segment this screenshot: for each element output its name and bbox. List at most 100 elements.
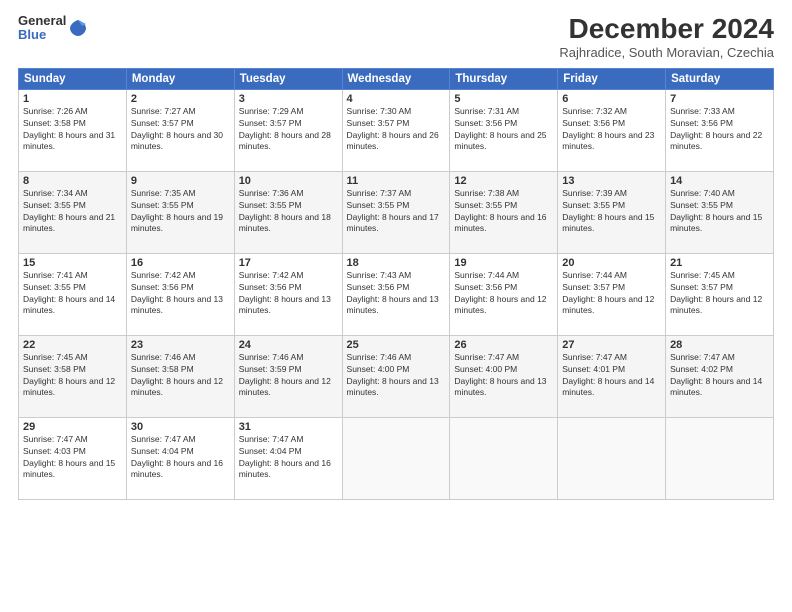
cell-content: Sunrise: 7:26 AMSunset: 3:58 PMDaylight:… (23, 106, 115, 152)
calendar-cell (450, 417, 558, 499)
cell-content: Sunrise: 7:35 AMSunset: 3:55 PMDaylight:… (131, 188, 223, 234)
calendar-cell: 23Sunrise: 7:46 AMSunset: 3:58 PMDayligh… (126, 335, 234, 417)
cell-content: Sunrise: 7:42 AMSunset: 3:56 PMDaylight:… (239, 270, 331, 316)
cell-content: Sunrise: 7:27 AMSunset: 3:57 PMDaylight:… (131, 106, 223, 152)
calendar-cell: 4Sunrise: 7:30 AMSunset: 3:57 PMDaylight… (342, 89, 450, 171)
day-number: 11 (347, 175, 446, 187)
day-number: 2 (131, 93, 230, 105)
cell-content: Sunrise: 7:40 AMSunset: 3:55 PMDaylight:… (670, 188, 762, 234)
day-number: 31 (239, 421, 338, 433)
cell-content: Sunrise: 7:45 AMSunset: 3:58 PMDaylight:… (23, 352, 115, 398)
calendar-cell (666, 417, 774, 499)
cell-content: Sunrise: 7:46 AMSunset: 4:00 PMDaylight:… (347, 352, 439, 398)
header-thursday: Thursday (450, 68, 558, 89)
header-sunday: Sunday (19, 68, 127, 89)
calendar-cell: 26Sunrise: 7:47 AMSunset: 4:00 PMDayligh… (450, 335, 558, 417)
header: General Blue December 2024 Rajhradice, S… (18, 14, 774, 60)
cell-content: Sunrise: 7:41 AMSunset: 3:55 PMDaylight:… (23, 270, 115, 316)
day-number: 26 (454, 339, 553, 351)
calendar-cell: 28Sunrise: 7:47 AMSunset: 4:02 PMDayligh… (666, 335, 774, 417)
calendar-cell: 25Sunrise: 7:46 AMSunset: 4:00 PMDayligh… (342, 335, 450, 417)
calendar-cell: 6Sunrise: 7:32 AMSunset: 3:56 PMDaylight… (558, 89, 666, 171)
calendar-cell: 20Sunrise: 7:44 AMSunset: 3:57 PMDayligh… (558, 253, 666, 335)
cell-content: Sunrise: 7:38 AMSunset: 3:55 PMDaylight:… (454, 188, 546, 234)
cell-content: Sunrise: 7:31 AMSunset: 3:56 PMDaylight:… (454, 106, 546, 152)
cell-content: Sunrise: 7:45 AMSunset: 3:57 PMDaylight:… (670, 270, 762, 316)
day-number: 16 (131, 257, 230, 269)
day-number: 20 (562, 257, 661, 269)
header-tuesday: Tuesday (234, 68, 342, 89)
calendar-cell: 5Sunrise: 7:31 AMSunset: 3:56 PMDaylight… (450, 89, 558, 171)
calendar-cell: 22Sunrise: 7:45 AMSunset: 3:58 PMDayligh… (19, 335, 127, 417)
calendar-cell: 1Sunrise: 7:26 AMSunset: 3:58 PMDaylight… (19, 89, 127, 171)
calendar-cell: 24Sunrise: 7:46 AMSunset: 3:59 PMDayligh… (234, 335, 342, 417)
cell-content: Sunrise: 7:47 AMSunset: 4:00 PMDaylight:… (454, 352, 546, 398)
day-number: 4 (347, 93, 446, 105)
calendar-cell: 31Sunrise: 7:47 AMSunset: 4:04 PMDayligh… (234, 417, 342, 499)
calendar-table: SundayMondayTuesdayWednesdayThursdayFrid… (18, 68, 774, 500)
calendar-cell: 9Sunrise: 7:35 AMSunset: 3:55 PMDaylight… (126, 171, 234, 253)
logo-line2: Blue (18, 28, 46, 42)
logo-line1: General (18, 14, 66, 28)
day-number: 14 (670, 175, 769, 187)
cell-content: Sunrise: 7:30 AMSunset: 3:57 PMDaylight:… (347, 106, 439, 152)
calendar-cell: 12Sunrise: 7:38 AMSunset: 3:55 PMDayligh… (450, 171, 558, 253)
day-number: 21 (670, 257, 769, 269)
day-number: 3 (239, 93, 338, 105)
week-row-2: 8Sunrise: 7:34 AMSunset: 3:55 PMDaylight… (19, 171, 774, 253)
day-number: 29 (23, 421, 122, 433)
calendar-cell: 3Sunrise: 7:29 AMSunset: 3:57 PMDaylight… (234, 89, 342, 171)
calendar-cell: 18Sunrise: 7:43 AMSunset: 3:56 PMDayligh… (342, 253, 450, 335)
day-number: 9 (131, 175, 230, 187)
cell-content: Sunrise: 7:47 AMSunset: 4:02 PMDaylight:… (670, 352, 762, 398)
calendar-cell: 17Sunrise: 7:42 AMSunset: 3:56 PMDayligh… (234, 253, 342, 335)
calendar-cell: 21Sunrise: 7:45 AMSunset: 3:57 PMDayligh… (666, 253, 774, 335)
calendar-cell: 16Sunrise: 7:42 AMSunset: 3:56 PMDayligh… (126, 253, 234, 335)
cell-content: Sunrise: 7:43 AMSunset: 3:56 PMDaylight:… (347, 270, 439, 316)
cell-content: Sunrise: 7:46 AMSunset: 3:58 PMDaylight:… (131, 352, 223, 398)
logo: General Blue (18, 14, 87, 43)
calendar-cell: 19Sunrise: 7:44 AMSunset: 3:56 PMDayligh… (450, 253, 558, 335)
day-number: 25 (347, 339, 446, 351)
calendar-cell: 10Sunrise: 7:36 AMSunset: 3:55 PMDayligh… (234, 171, 342, 253)
calendar-cell: 27Sunrise: 7:47 AMSunset: 4:01 PMDayligh… (558, 335, 666, 417)
day-number: 18 (347, 257, 446, 269)
calendar-cell: 2Sunrise: 7:27 AMSunset: 3:57 PMDaylight… (126, 89, 234, 171)
day-number: 22 (23, 339, 122, 351)
cell-content: Sunrise: 7:47 AMSunset: 4:04 PMDaylight:… (239, 434, 331, 480)
calendar-cell (558, 417, 666, 499)
day-number: 15 (23, 257, 122, 269)
calendar-cell: 13Sunrise: 7:39 AMSunset: 3:55 PMDayligh… (558, 171, 666, 253)
cell-content: Sunrise: 7:42 AMSunset: 3:56 PMDaylight:… (131, 270, 223, 316)
cell-content: Sunrise: 7:36 AMSunset: 3:55 PMDaylight:… (239, 188, 331, 234)
calendar-cell: 30Sunrise: 7:47 AMSunset: 4:04 PMDayligh… (126, 417, 234, 499)
day-number: 23 (131, 339, 230, 351)
calendar-cell: 11Sunrise: 7:37 AMSunset: 3:55 PMDayligh… (342, 171, 450, 253)
calendar-cell: 8Sunrise: 7:34 AMSunset: 3:55 PMDaylight… (19, 171, 127, 253)
day-number: 10 (239, 175, 338, 187)
month-title: December 2024 (559, 14, 774, 45)
day-number: 13 (562, 175, 661, 187)
cell-content: Sunrise: 7:44 AMSunset: 3:57 PMDaylight:… (562, 270, 654, 316)
day-number: 24 (239, 339, 338, 351)
calendar-cell (342, 417, 450, 499)
cell-content: Sunrise: 7:46 AMSunset: 3:59 PMDaylight:… (239, 352, 331, 398)
week-row-4: 22Sunrise: 7:45 AMSunset: 3:58 PMDayligh… (19, 335, 774, 417)
title-block: December 2024 Rajhradice, South Moravian… (559, 14, 774, 60)
cell-content: Sunrise: 7:34 AMSunset: 3:55 PMDaylight:… (23, 188, 115, 234)
cell-content: Sunrise: 7:37 AMSunset: 3:55 PMDaylight:… (347, 188, 439, 234)
day-number: 30 (131, 421, 230, 433)
header-wednesday: Wednesday (342, 68, 450, 89)
day-number: 19 (454, 257, 553, 269)
calendar-cell: 14Sunrise: 7:40 AMSunset: 3:55 PMDayligh… (666, 171, 774, 253)
header-monday: Monday (126, 68, 234, 89)
week-row-5: 29Sunrise: 7:47 AMSunset: 4:03 PMDayligh… (19, 417, 774, 499)
cell-content: Sunrise: 7:33 AMSunset: 3:56 PMDaylight:… (670, 106, 762, 152)
day-number: 12 (454, 175, 553, 187)
day-number: 6 (562, 93, 661, 105)
day-number: 1 (23, 93, 122, 105)
week-row-1: 1Sunrise: 7:26 AMSunset: 3:58 PMDaylight… (19, 89, 774, 171)
cell-content: Sunrise: 7:32 AMSunset: 3:56 PMDaylight:… (562, 106, 654, 152)
logo-bird-icon (69, 18, 87, 38)
cell-content: Sunrise: 7:47 AMSunset: 4:01 PMDaylight:… (562, 352, 654, 398)
